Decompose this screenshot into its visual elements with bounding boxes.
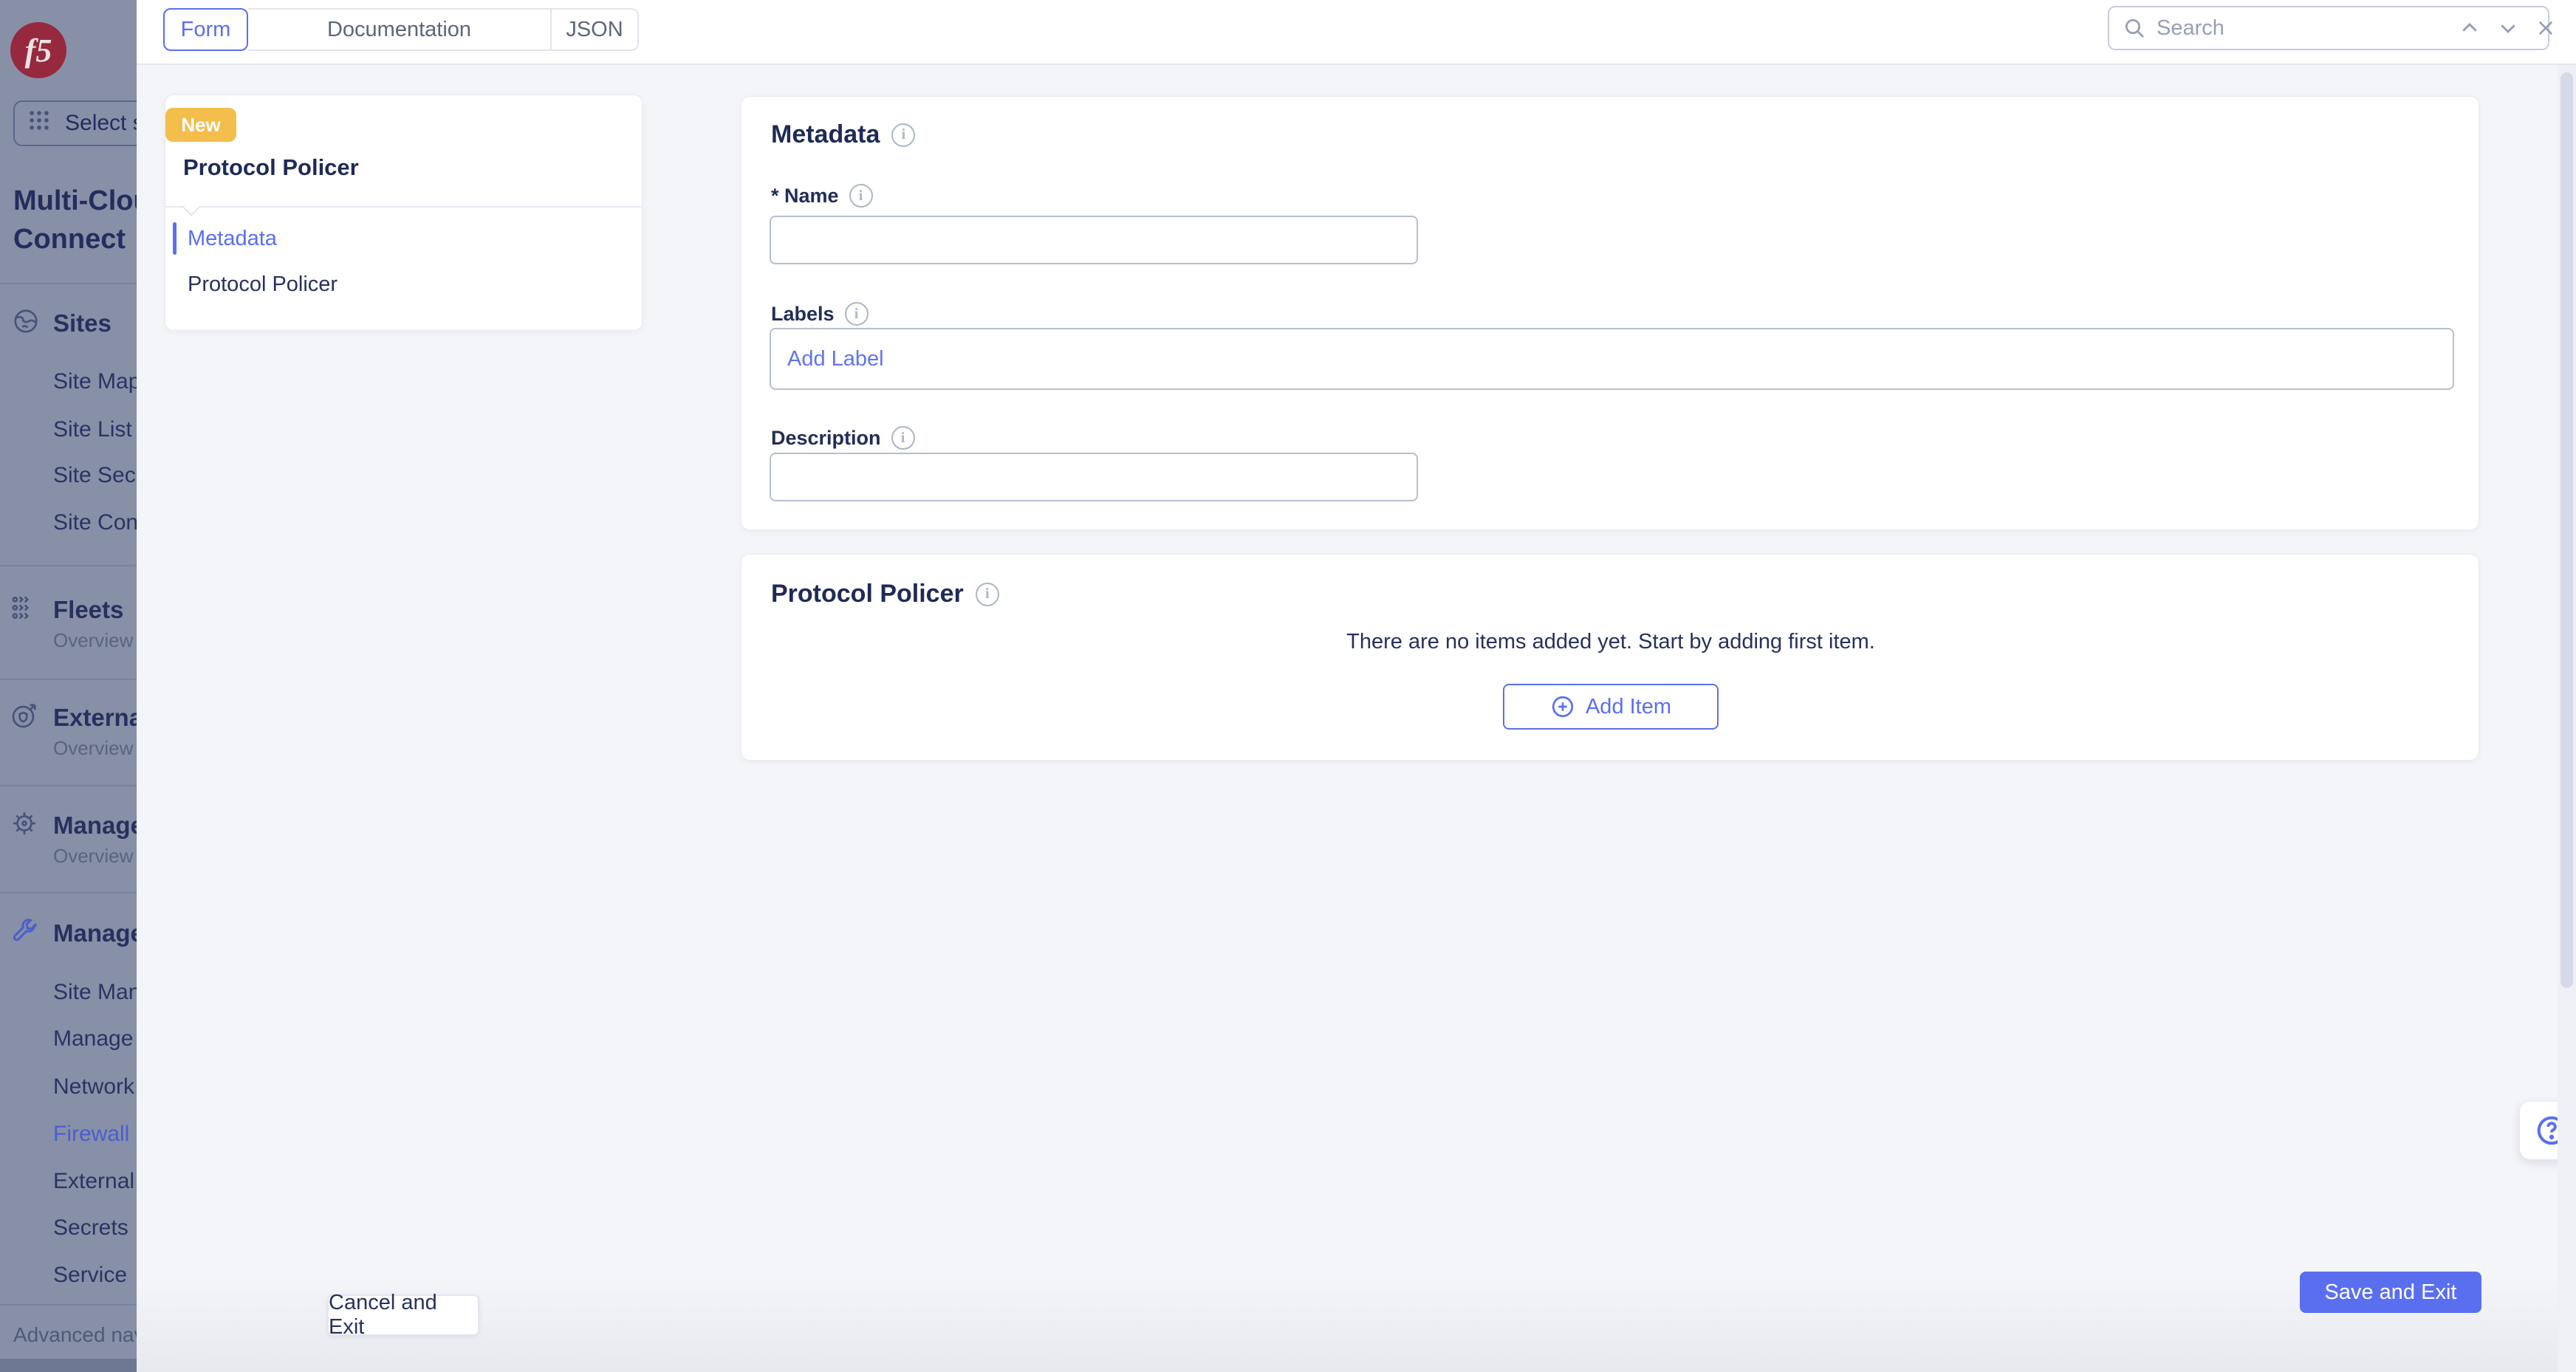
chevron-up-icon[interactable] xyxy=(2459,17,2481,39)
sidebar-subitem-managed-overview[interactable]: Overview xyxy=(53,844,133,868)
save-button[interactable]: Save and Exit xyxy=(2300,1272,2481,1313)
panel-divider xyxy=(165,206,643,207)
protocol-policer-section: Protocol Policer i There are no items ad… xyxy=(741,554,2479,761)
shield-arrow-icon xyxy=(10,702,38,733)
badge-label: New xyxy=(181,114,220,137)
sidebar-item-sites[interactable]: Sites xyxy=(53,309,112,338)
info-icon[interactable]: i xyxy=(845,302,869,326)
tab-json-label: JSON xyxy=(566,18,623,42)
metadata-heading-label: Metadata xyxy=(771,120,880,149)
name-field[interactable] xyxy=(770,216,1418,264)
description-label-text: Description xyxy=(771,427,881,450)
sidebar-item-managed-k8s[interactable]: Manage xyxy=(53,811,137,840)
description-label: Description i xyxy=(771,426,915,450)
globe-icon xyxy=(12,307,40,339)
panel-nav-protocol-policer[interactable]: Protocol Policer xyxy=(188,271,338,298)
search-icon xyxy=(2123,16,2146,40)
cancel-button-label: Cancel and Exit xyxy=(329,1291,478,1340)
tab-json[interactable]: JSON xyxy=(552,8,639,51)
name-label: * Name i xyxy=(771,184,873,207)
close-icon[interactable] xyxy=(2535,18,2556,38)
modal-header: Documentation JSON Form xyxy=(137,0,2576,65)
chevron-down-icon[interactable] xyxy=(2497,17,2519,39)
plus-circle-icon xyxy=(1550,694,1575,719)
scrollbar-thumb[interactable] xyxy=(2560,72,2573,988)
description-field[interactable] xyxy=(770,453,1418,501)
sidebar-item-external-services[interactable]: Externa xyxy=(53,703,137,733)
name-label-text: * Name xyxy=(771,185,839,207)
sidebar-item-service[interactable]: Service xyxy=(53,1261,127,1289)
helm-icon xyxy=(10,809,38,841)
metadata-heading: Metadata i xyxy=(771,120,915,149)
labels-label: Labels i xyxy=(771,302,869,326)
info-icon[interactable]: i xyxy=(849,184,873,207)
sidebar-divider xyxy=(0,283,137,284)
info-icon[interactable]: i xyxy=(891,123,915,147)
sidebar-item-firewall[interactable]: Firewall xyxy=(53,1120,129,1148)
add-item-button[interactable]: Add Item xyxy=(1503,684,1719,730)
panel-title: Protocol Policer xyxy=(183,154,359,181)
panel-nav-metadata[interactable]: Metadata xyxy=(188,225,277,252)
workspace-title-line1: Multi-Clou xyxy=(13,185,137,217)
sidebar-item-fleets[interactable]: Fleets xyxy=(53,595,123,625)
f5-logo: f5 xyxy=(10,22,66,78)
tab-documentation-label: Documentation xyxy=(327,18,471,42)
panel-divider-notch xyxy=(182,197,200,216)
sidebar-subitem-external-overview[interactable]: Overview xyxy=(53,736,133,760)
sidebar-item-manage-sub[interactable]: Manage xyxy=(53,1025,133,1053)
search-box[interactable] xyxy=(2108,6,2549,50)
sidebar-item-external[interactable]: External xyxy=(53,1167,134,1196)
fleets-icon xyxy=(10,594,38,625)
protocol-policer-heading: Protocol Policer i xyxy=(771,580,999,608)
search-input[interactable] xyxy=(2157,16,2435,41)
sidebar-item-site-security[interactable]: Site Secu xyxy=(53,462,137,490)
tab-form-label: Form xyxy=(181,18,231,42)
modal-body: New Protocol Policer Metadata Protocol P… xyxy=(137,65,2576,1372)
tab-documentation[interactable]: Documentation xyxy=(248,8,552,51)
select-service-label: Select s xyxy=(65,111,137,136)
step-panel: New Protocol Policer Metadata Protocol P… xyxy=(165,95,643,331)
f5-logo-text: f5 xyxy=(25,32,52,69)
tab-form[interactable]: Form xyxy=(163,8,248,51)
labels-field[interactable]: Add Label xyxy=(770,328,2454,390)
grid-icon xyxy=(27,108,52,139)
wrench-icon xyxy=(10,917,38,949)
labels-label-text: Labels xyxy=(771,303,835,326)
sidebar-item-networking[interactable]: Network xyxy=(53,1073,134,1101)
sidebar-divider xyxy=(0,892,137,893)
sidebar-item-site-list[interactable]: Site List xyxy=(53,416,132,444)
select-service-button[interactable]: Select s xyxy=(13,100,137,146)
cancel-button[interactable]: Cancel and Exit xyxy=(327,1294,479,1336)
sidebar-item-secrets[interactable]: Secrets xyxy=(53,1214,129,1242)
metadata-section: Metadata i * Name i Labels i Add Label D… xyxy=(741,96,2479,530)
status-badge-new: New xyxy=(165,108,236,142)
footer-fade xyxy=(137,1276,2576,1372)
active-nav-indicator xyxy=(173,222,177,255)
advanced-nav-toggle[interactable]: Advanced nav xyxy=(13,1323,137,1347)
save-button-label: Save and Exit xyxy=(2325,1280,2457,1305)
sidebar-divider xyxy=(0,785,137,786)
sidebar-divider xyxy=(0,679,137,680)
empty-list-message: There are no items added yet. Start by a… xyxy=(741,630,2480,654)
sidebar-item-site-connectivity[interactable]: Site Con xyxy=(53,509,137,537)
info-icon[interactable]: i xyxy=(976,583,999,606)
sidebar-divider xyxy=(0,1304,137,1306)
workspace-title-line2: Connect xyxy=(13,223,126,255)
sidebar-item-site-map[interactable]: Site Map xyxy=(53,368,137,396)
sidebar: f5 Select s Multi-Clou Connect Sites Sit… xyxy=(0,0,137,1372)
add-item-label: Add Item xyxy=(1586,695,1671,719)
sidebar-item-manage[interactable]: Manage xyxy=(53,919,137,948)
protocol-policer-heading-label: Protocol Policer xyxy=(771,580,964,608)
sidebar-item-site-management[interactable]: Site Man xyxy=(53,978,137,1006)
add-label-button[interactable]: Add Label xyxy=(787,347,884,371)
sidebar-subitem-fleets-overview[interactable]: Overview xyxy=(53,628,133,652)
info-icon[interactable]: i xyxy=(891,426,915,450)
sidebar-bottom-strip xyxy=(0,1359,137,1372)
sidebar-divider xyxy=(0,565,137,566)
